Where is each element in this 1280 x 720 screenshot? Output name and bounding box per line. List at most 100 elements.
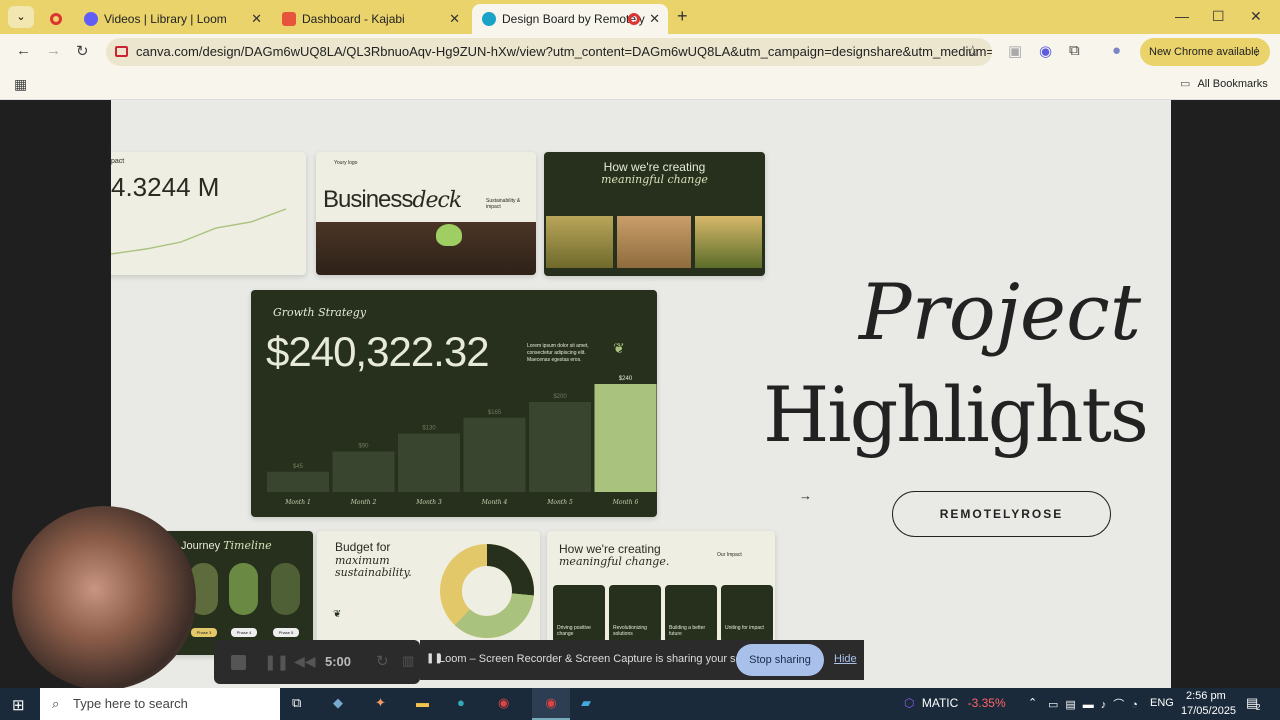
all-bookmarks-label: All Bookmarks: [1197, 78, 1268, 90]
extensions-puzzle-icon[interactable]: ⧉: [1069, 42, 1080, 59]
growth-bar-chart: $45 Month 1 $90 Month 2 $130 Month 3 $165 Month…: [267, 376, 657, 506]
business-deck-card[interactable]: Youry logo Businessdeck Sustainability &…: [316, 152, 536, 275]
business-title: Businessdeck: [323, 186, 462, 213]
pause-icon[interactable]: ❚❚: [264, 653, 289, 671]
impact-tile: Building a better future: [665, 585, 717, 643]
tab-label: Videos | Library | Loom: [104, 12, 227, 26]
metric-line-chart: [111, 208, 287, 255]
soil-photo: [316, 222, 536, 275]
tab-recording[interactable]: [40, 4, 74, 34]
search-icon: ⌕: [52, 696, 60, 711]
tab-canva[interactable]: Design Board by Remotely ✕: [472, 4, 668, 34]
tray-icons[interactable]: ▭▤▬♪⌒◔: [1048, 696, 1145, 712]
growth-category-label: Month 6: [612, 499, 639, 506]
hide-link[interactable]: Hide: [834, 653, 857, 665]
tab-kajabi[interactable]: Dashboard - Kajabi ✕: [272, 4, 468, 34]
reload-icon[interactable]: ↻: [76, 42, 89, 60]
extension-badge-icon[interactable]: ◉: [1039, 42, 1052, 60]
restart-icon[interactable]: ↻: [376, 652, 389, 670]
address-bar[interactable]: canva.com/design/DAGm6wUQ8LA/QL3RbnuoAqv…: [106, 38, 992, 66]
folder-icon: ▭: [1180, 78, 1191, 90]
apps-grid-icon[interactable]: ▦: [14, 76, 27, 93]
impact-card[interactable]: How we're creating meaningful change. Ou…: [547, 531, 775, 655]
metric-card[interactable]: pact 4.3244 M: [111, 152, 306, 275]
back-icon[interactable]: ←: [16, 42, 31, 59]
windows-taskbar: ⊞ ⌕ Type here to search ⧉ ◆ ✦ ▬ ● ◉ ◉ ▰ …: [0, 688, 1280, 720]
stop-sharing-button[interactable]: Stop sharing: [736, 644, 824, 676]
site-info-icon[interactable]: [115, 46, 128, 57]
growth-bar: [332, 451, 395, 492]
card-heading-italic: meaningful change: [601, 173, 708, 186]
headline-project: Project: [859, 268, 1142, 358]
profile-avatar-icon[interactable]: ●: [1112, 42, 1121, 59]
field-photo: [695, 216, 762, 268]
chrome-icon[interactable]: ◉: [498, 695, 509, 711]
growth-bar-value-label: $200: [553, 394, 567, 400]
growth-strategy-card[interactable]: Growth Strategy $240,322.32 Lorem ipsum …: [251, 290, 657, 517]
growth-bar: [594, 384, 657, 492]
app-icon[interactable]: ✦: [375, 695, 386, 711]
task-view-icon[interactable]: ⧉: [292, 695, 301, 711]
cursor-arrow-icon: →: [799, 488, 812, 503]
tab-strip: ⌄ Videos | Library | Loom ✕ Dashboard - …: [0, 0, 1280, 34]
growth-bar: [267, 471, 329, 492]
new-tab-icon[interactable]: +: [677, 6, 688, 27]
tab-search-button[interactable]: ⌄: [8, 6, 34, 28]
close-icon[interactable]: ✕: [649, 11, 660, 27]
close-icon[interactable]: ✕: [251, 11, 262, 27]
windows-start-icon[interactable]: ⊞: [12, 696, 25, 714]
kajabi-icon: [282, 12, 296, 26]
rewind-icon[interactable]: ◀◀: [294, 653, 316, 670]
growth-category-label: Month 5: [546, 499, 573, 506]
taskbar-search-box[interactable]: ⌕ Type here to search: [40, 688, 280, 720]
bookmarks-bar: ▦ ▭ All Bookmarks: [0, 70, 1280, 100]
tab-label: Dashboard - Kajabi: [302, 12, 405, 26]
new-chrome-button[interactable]: New Chrome available ⋮: [1140, 38, 1270, 66]
growth-bar-value-label: $90: [358, 444, 369, 450]
notification-count: 2: [1256, 703, 1261, 712]
impact-tile: Revolutionizing solutions: [609, 585, 661, 643]
minimize-icon[interactable]: —: [1175, 8, 1189, 24]
canva-icon: [482, 12, 496, 26]
close-window-icon[interactable]: ✕: [1250, 8, 1262, 25]
meaningful-change-card[interactable]: How we're creating meaningful change: [544, 152, 765, 276]
tab-loom[interactable]: Videos | Library | Loom ✕: [74, 4, 270, 34]
paint-icon[interactable]: ▰: [581, 695, 591, 711]
browser-toolbar: ← → ↻ canva.com/design/DAGm6wUQ8LA/QL3Rb…: [0, 34, 1280, 70]
maximize-icon[interactable]: ☐: [1212, 8, 1225, 25]
clock-date[interactable]: 17/05/2025: [1181, 705, 1236, 717]
edge-icon[interactable]: ●: [457, 695, 465, 710]
design-board: pact 4.3244 M Youry logo Businessdeck Su…: [111, 100, 1171, 688]
menu-dots-icon[interactable]: ⋮: [1251, 38, 1262, 66]
card-heading: How we're creating: [603, 160, 706, 174]
phase-pill: Phase 5: [273, 628, 299, 637]
stop-record-icon[interactable]: [231, 655, 246, 670]
extension-icon[interactable]: ▣: [1008, 42, 1022, 60]
growth-bar-value-label: $45: [293, 464, 304, 470]
clock-time[interactable]: 2:56 pm: [1186, 690, 1226, 702]
copilot-icon[interactable]: ◆: [333, 695, 343, 711]
url-text: canva.com/design/DAGm6wUQ8LA/QL3RbnuoAqv…: [136, 44, 992, 59]
wheat-photo: [546, 216, 613, 268]
file-explorer-icon[interactable]: ▬: [416, 695, 429, 710]
impact-title: How we're creating: [559, 542, 661, 556]
trash-icon[interactable]: ▥: [402, 653, 414, 669]
loom-icon: [84, 12, 98, 26]
new-chrome-label: New Chrome available: [1149, 46, 1260, 58]
close-icon[interactable]: ✕: [449, 11, 460, 27]
growth-bar: [398, 433, 460, 492]
all-bookmarks[interactable]: ▭ All Bookmarks: [1180, 77, 1268, 90]
chevron-up-icon[interactable]: ⌃: [1028, 696, 1037, 709]
budget-title: Budget for: [335, 540, 391, 554]
remotelyrose-button[interactable]: REMOTELYROSE: [892, 491, 1111, 537]
business-subtitle: Sustainability & impact: [486, 198, 521, 210]
bookmark-star-icon[interactable]: ☆: [966, 42, 979, 60]
cta-label: REMOTELYROSE: [939, 507, 1064, 521]
budget-card[interactable]: Budget for maximum sustainability. ❦: [317, 531, 540, 655]
forward-icon[interactable]: →: [46, 42, 61, 59]
language-indicator[interactable]: ENG: [1150, 697, 1174, 709]
chrome-active-icon[interactable]: ◉: [532, 688, 570, 720]
webcam-bubble[interactable]: [12, 506, 196, 690]
crypto-ticker[interactable]: ⬡ MATIC -3.35%: [904, 696, 1006, 710]
phase-photo: [271, 563, 300, 615]
